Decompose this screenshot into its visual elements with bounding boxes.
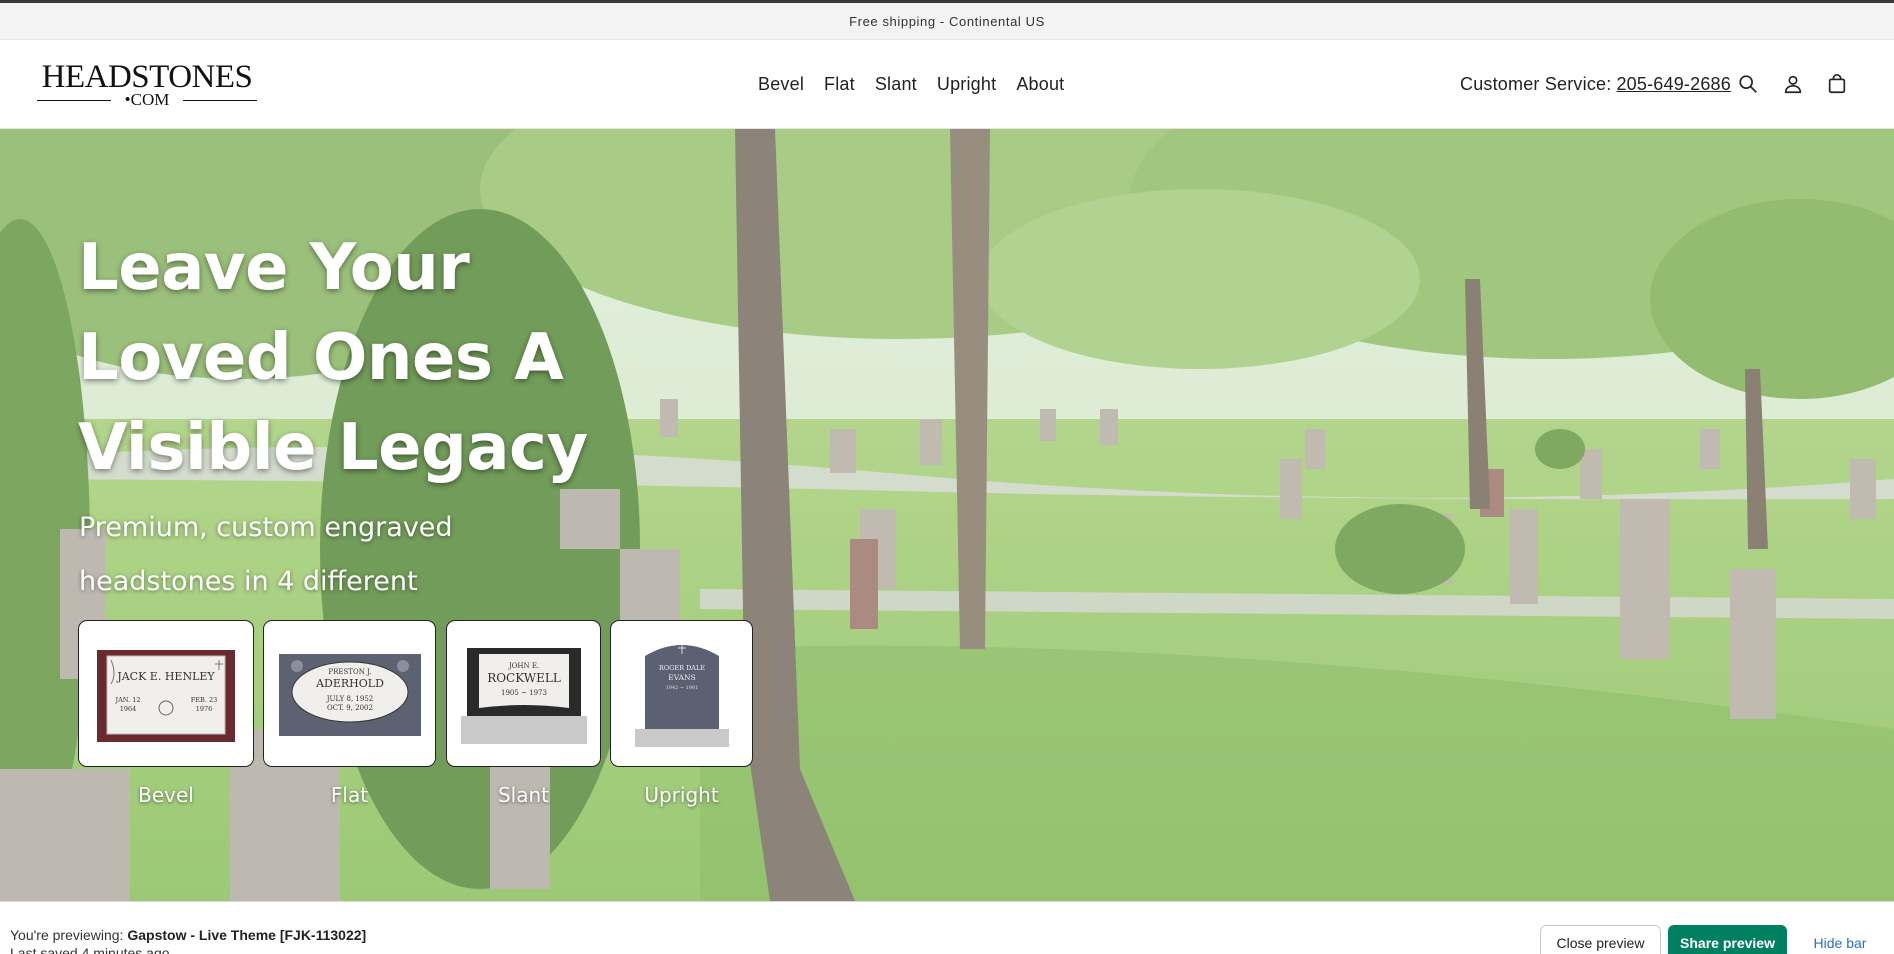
upright-engraving-line1: ROGER DALE [658, 664, 704, 672]
flat-headstone-illustration: PRESTON J. ADERHOLD JULY 8, 1952 OCT. 9,… [278, 653, 421, 736]
flat-engraving-line1: PRESTON J. [328, 668, 371, 676]
close-preview-button[interactable]: Close preview [1540, 925, 1661, 954]
style-label-flat[interactable]: Flat [263, 783, 436, 807]
style-label-upright[interactable]: Upright [610, 783, 753, 807]
hero-title-line-3: Visible Legacy [78, 411, 588, 485]
hero-banner: Leave Your Loved Ones A Visible Legacy P… [0, 129, 1894, 901]
preview-theme-name: Gapstow - Live Theme [FJK-113022] [127, 927, 367, 943]
main-nav: Bevel Flat Slant Upright About [748, 40, 1074, 129]
style-card-slant[interactable]: JOHN E. ROCKWELL 1905 ~ 1973 Slant [446, 620, 601, 807]
bevel-engraving-right-year: 1976 [196, 705, 213, 713]
bevel-headstone-illustration: JACK E. HENLEY JAN. 12 1964 FEB. 23 1976 [97, 650, 235, 742]
cart-icon[interactable] [1822, 69, 1852, 99]
search-icon[interactable] [1733, 69, 1763, 99]
bevel-engraving-left-year: 1964 [120, 705, 137, 713]
site-logo[interactable]: HEADSTONES •COM [37, 60, 257, 110]
style-card-upright[interactable]: ROGER DALE EVANS 1942 ~ 1981 Upright [610, 620, 753, 807]
upright-headstone-image[interactable]: ROGER DALE EVANS 1942 ~ 1981 [610, 620, 753, 767]
hide-bar-link[interactable]: Hide bar [1800, 925, 1880, 954]
logo-domain: •COM [124, 90, 170, 109]
nav-item-flat[interactable]: Flat [814, 74, 865, 95]
bevel-engraving-right-date: FEB. 23 [191, 696, 217, 704]
theme-preview-bar: You're previewing: Gapstow - Live Theme … [0, 901, 1894, 954]
preview-last-saved: Last saved 4 minutes ago [10, 945, 170, 954]
preview-prefix: You're previewing: [10, 927, 124, 943]
bevel-engraving-name: JACK E. HENLEY [116, 670, 215, 683]
slant-engraving-line3: 1905 ~ 1973 [501, 689, 547, 697]
nav-item-about[interactable]: About [1006, 74, 1074, 95]
customer-service-phone-link[interactable]: 205-649-2686 [1616, 74, 1731, 95]
hero-title-line-2: Loved Ones A [78, 321, 564, 395]
nav-item-upright[interactable]: Upright [927, 74, 1006, 95]
upright-headstone-illustration: ROGER DALE EVANS 1942 ~ 1981 [634, 643, 729, 747]
flat-headstone-image[interactable]: PRESTON J. ADERHOLD JULY 8, 1952 OCT. 9,… [263, 620, 436, 767]
flat-engraving-line3: JULY 8, 1952 [325, 695, 372, 703]
logo-rule-left [37, 100, 111, 101]
slant-headstone-illustration: JOHN E. ROCKWELL 1905 ~ 1973 [460, 647, 587, 744]
nav-item-slant[interactable]: Slant [865, 74, 927, 95]
upright-engraving-line3: 1942 ~ 1981 [665, 685, 698, 691]
upright-engraving-line2: EVANS [668, 673, 696, 682]
share-preview-button[interactable]: Share preview [1668, 925, 1787, 954]
announcement-bar: Free shipping - Continental US [0, 3, 1894, 40]
slant-headstone-image[interactable]: JOHN E. ROCKWELL 1905 ~ 1973 [446, 620, 601, 767]
preview-message: You're previewing: Gapstow - Live Theme … [10, 925, 366, 945]
slant-engraving-line2: ROCKWELL [487, 671, 561, 685]
bevel-headstone-image[interactable]: JACK E. HENLEY JAN. 12 1964 FEB. 23 1976 [78, 620, 254, 767]
style-card-bevel[interactable]: JACK E. HENLEY JAN. 12 1964 FEB. 23 1976… [78, 620, 254, 807]
site-header: HEADSTONES •COM Bevel Flat Slant Upright… [0, 40, 1894, 129]
logo-rule-right [183, 100, 257, 101]
slant-engraving-line1: JOHN E. [507, 662, 538, 670]
style-card-flat[interactable]: PRESTON J. ADERHOLD JULY 8, 1952 OCT. 9,… [263, 620, 436, 807]
flat-engraving-line2: ADERHOLD [315, 677, 384, 690]
logo-wordmark: HEADSTONES [41, 59, 253, 95]
bevel-engraving-left-date: JAN. 12 [115, 696, 141, 704]
logo-sub: •COM [37, 91, 257, 109]
hero-title-line-1: Leave Your [78, 231, 470, 305]
announcement-text: Free shipping - Continental US [849, 13, 1045, 29]
customer-service-label: Customer Service: [1460, 74, 1612, 94]
customer-service: Customer Service: 205-649-2686 [1460, 40, 1731, 129]
hero-title: Leave Your Loved Ones A Visible Legacy [78, 223, 598, 493]
nav-item-bevel[interactable]: Bevel [748, 74, 814, 95]
style-label-bevel[interactable]: Bevel [78, 783, 254, 807]
style-label-slant[interactable]: Slant [446, 783, 601, 807]
flat-engraving-line4: OCT. 9, 2002 [327, 704, 373, 712]
hero-subtitle-line-1: Premium, custom engraved [79, 512, 453, 543]
account-icon[interactable] [1778, 69, 1808, 99]
